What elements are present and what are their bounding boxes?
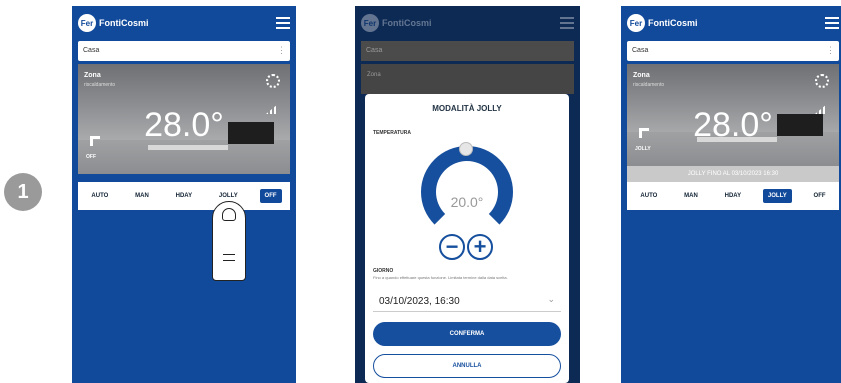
mode-hday-button[interactable]: HDAY bbox=[171, 189, 197, 203]
hamburger-menu-icon[interactable] bbox=[276, 17, 290, 29]
gear-icon[interactable] bbox=[266, 74, 280, 88]
house-name: Casa bbox=[83, 47, 100, 54]
room-desk bbox=[148, 145, 228, 150]
brand-name: FontiCosmi bbox=[648, 18, 698, 28]
app-header: Fer FontiCosmi bbox=[72, 6, 296, 40]
zone-card[interactable]: Zona riscaldamento 28.0° OFF bbox=[78, 64, 290, 174]
dialog-title: MODALITÀ JOLLY bbox=[432, 104, 502, 113]
mode-man-button[interactable]: MAN bbox=[130, 189, 154, 203]
temperature-dial[interactable] bbox=[421, 146, 513, 238]
period-label: GIORNO bbox=[373, 268, 394, 274]
mode-bar: AUTO MAN HDAY JOLLY OFF bbox=[78, 182, 290, 210]
period-note: Fino a quando effettuare questa funzione… bbox=[373, 275, 508, 280]
mode-bar: AUTO MAN HDAY JOLLY OFF bbox=[627, 182, 839, 210]
zone-temperature: 28.0° bbox=[693, 106, 773, 144]
mode-auto-button[interactable]: AUTO bbox=[86, 189, 113, 203]
jolly-mode-dialog: MODALITÀ JOLLY TEMPERATURA 20.0° − + GIO… bbox=[365, 94, 569, 383]
datetime-value: 03/10/2023, 16:30 bbox=[379, 296, 460, 307]
app-logo: Fer FontiCosmi bbox=[78, 14, 149, 32]
temperature-label: TEMPERATURA bbox=[373, 130, 411, 136]
faucet-icon bbox=[639, 128, 649, 138]
tap-finger-icon bbox=[212, 201, 246, 281]
app-logo: Fer FontiCosmi bbox=[361, 14, 432, 32]
dial-temperature-value: 20.0° bbox=[450, 194, 484, 210]
mode-off-button[interactable]: OFF bbox=[259, 189, 282, 203]
datetime-field[interactable]: 03/10/2023, 16:30 ⌄ bbox=[373, 290, 561, 312]
more-options-icon[interactable]: ⋮ bbox=[826, 45, 835, 56]
decrease-temperature-button[interactable]: − bbox=[439, 234, 465, 260]
logo-mark: Fer bbox=[78, 14, 96, 32]
app-header: Fer FontiCosmi bbox=[355, 6, 580, 40]
house-selector[interactable]: Casa ⋮ bbox=[627, 41, 839, 61]
step-number-badge: 1 bbox=[4, 173, 42, 211]
increase-temperature-button[interactable]: + bbox=[467, 234, 493, 260]
zone-name: Zona bbox=[367, 72, 381, 78]
hamburger-menu-icon[interactable] bbox=[825, 17, 839, 29]
current-mode-caption: OFF bbox=[86, 154, 96, 160]
zone-subtitle: riscaldamento bbox=[84, 82, 116, 88]
current-mode-caption: JOLLY bbox=[635, 146, 651, 152]
dimmed-zone-card: Zona bbox=[361, 64, 574, 94]
jolly-until-banner: JOLLY FINO AL 03/10/2023 16:30 bbox=[627, 166, 839, 182]
house-selector[interactable]: Casa ⋮ bbox=[78, 41, 290, 61]
brand-name: FontiCosmi bbox=[99, 18, 149, 28]
logo-mark: Fer bbox=[361, 14, 379, 32]
app-logo: Fer FontiCosmi bbox=[627, 14, 698, 32]
phone-screen-3: Fer FontiCosmi Casa ⋮ Zona riscaldamento… bbox=[621, 6, 841, 383]
mode-hday-button[interactable]: HDAY bbox=[720, 189, 746, 203]
hamburger-menu-icon bbox=[560, 17, 574, 29]
mode-man-button[interactable]: MAN bbox=[679, 189, 703, 203]
finger-crease bbox=[223, 254, 235, 255]
cancel-button[interactable]: ANNULLA bbox=[373, 354, 561, 378]
gear-icon[interactable] bbox=[815, 74, 829, 88]
mode-auto-button[interactable]: AUTO bbox=[635, 189, 662, 203]
confirm-button[interactable]: CONFERMA bbox=[373, 322, 561, 346]
mode-jolly-button[interactable]: JOLLY bbox=[762, 189, 792, 203]
brand-name: FontiCosmi bbox=[382, 18, 432, 28]
dimmed-house-bar: Casa bbox=[361, 41, 574, 61]
chevron-down-icon: ⌄ bbox=[547, 294, 555, 304]
app-header: Fer FontiCosmi bbox=[621, 6, 841, 40]
dial-knob[interactable] bbox=[459, 142, 473, 156]
zone-temperature: 28.0° bbox=[144, 106, 224, 144]
more-options-icon[interactable]: ⋮ bbox=[277, 45, 286, 56]
zone-name: Zona bbox=[633, 72, 650, 79]
zone-name: Zona bbox=[84, 72, 101, 79]
faucet-icon bbox=[90, 136, 100, 146]
phone-screen-1: Fer FontiCosmi Casa ⋮ Zona riscaldamento… bbox=[72, 6, 296, 383]
phone-screen-2: Fer FontiCosmi Casa Zona MODALITÀ JOLLY … bbox=[355, 6, 580, 383]
zone-subtitle: riscaldamento bbox=[633, 82, 665, 88]
zone-card[interactable]: Zona riscaldamento 28.0° JOLLY bbox=[627, 64, 839, 166]
fingernail bbox=[222, 208, 236, 221]
mode-off-button[interactable]: OFF bbox=[809, 189, 831, 203]
house-name: Casa bbox=[366, 47, 383, 54]
finger-crease bbox=[223, 260, 235, 261]
house-name: Casa bbox=[632, 47, 649, 54]
logo-mark: Fer bbox=[627, 14, 645, 32]
